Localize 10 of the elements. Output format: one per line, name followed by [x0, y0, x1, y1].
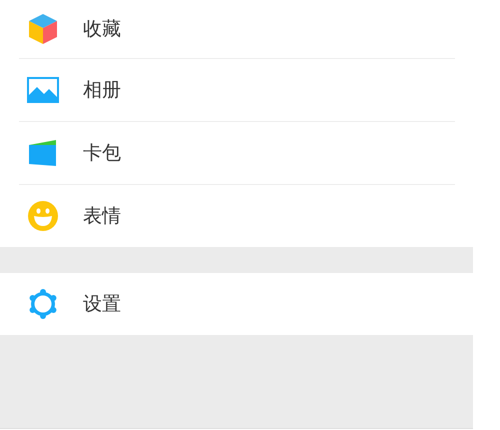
smiley-icon: [28, 201, 58, 231]
settings-icon: [28, 289, 58, 319]
wallet-icon: [28, 139, 58, 167]
menu-item[interactable]: 相册: [0, 59, 473, 121]
menu-item[interactable]: 收藏: [0, 0, 473, 58]
cube-icon: [27, 13, 59, 45]
picture-icon: [27, 77, 59, 103]
menu-item[interactable]: 设置: [0, 273, 473, 335]
menu-item[interactable]: 卡包: [0, 122, 473, 184]
menu-item[interactable]: 表情: [0, 185, 473, 247]
